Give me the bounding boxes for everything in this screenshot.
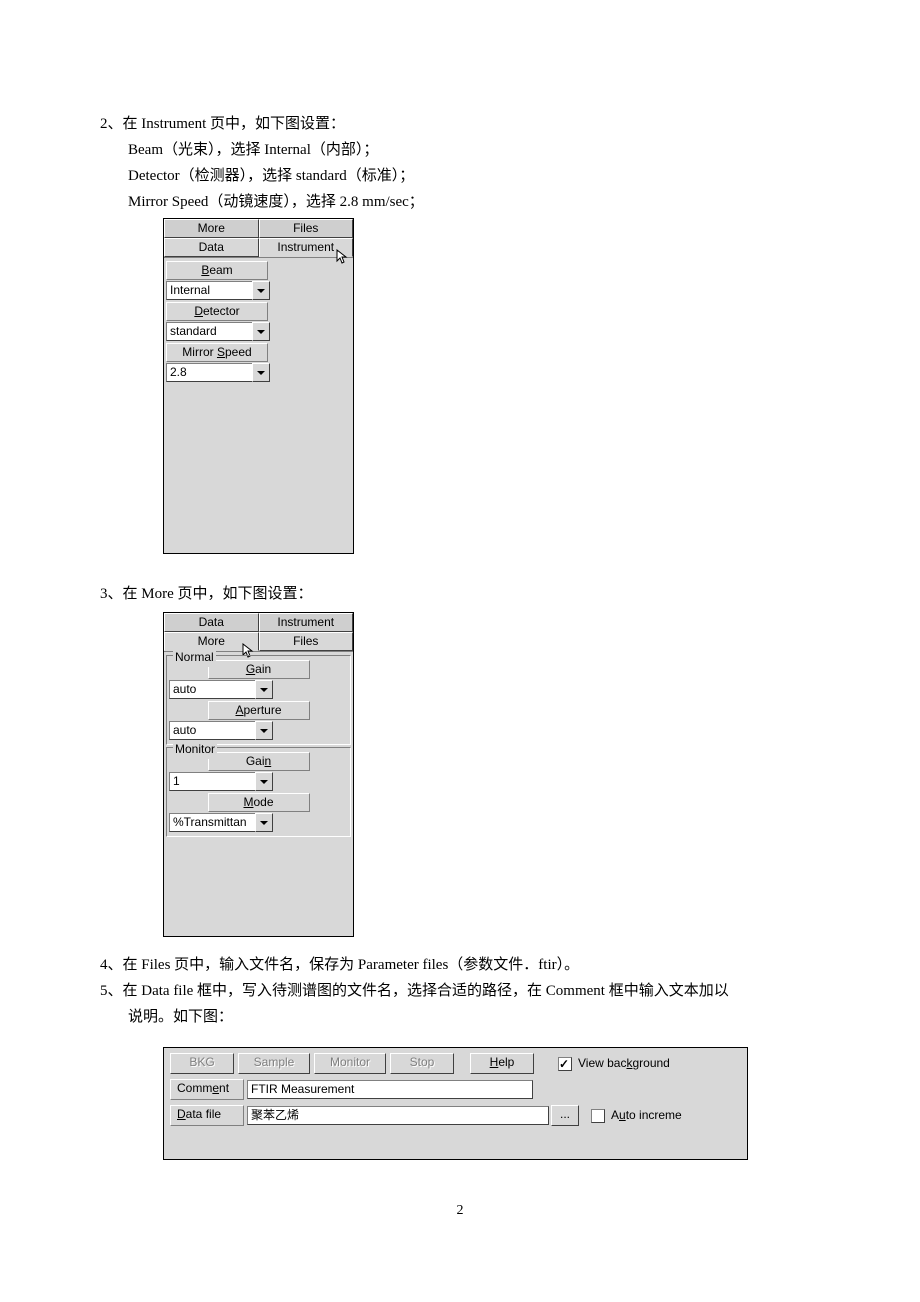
instrument-dialog: More Files Data Instrument Beam Internal… bbox=[163, 218, 354, 554]
mode-value: %Transmittan bbox=[169, 813, 255, 832]
sample-button[interactable]: Sample bbox=[238, 1053, 310, 1074]
section2-heading: 2、在 Instrument 页中，如下图设置： bbox=[100, 112, 820, 136]
aperture-value: auto bbox=[169, 721, 255, 740]
aperture-combo[interactable]: auto bbox=[169, 721, 273, 740]
measurement-toolbar: BKG Sample Monitor Stop Help View backgr… bbox=[163, 1047, 748, 1160]
comment-label: Comment bbox=[170, 1079, 244, 1100]
aperture-label: Aperture bbox=[208, 701, 310, 720]
section5-line1: 5、在 Data file 框中，写入待测谱图的文件名，选择合适的路径，在 Co… bbox=[100, 979, 820, 1003]
section3-heading: 3、在 More 页中，如下图设置： bbox=[100, 582, 820, 606]
monitor-gain-value: 1 bbox=[169, 772, 255, 791]
dropdown-icon[interactable] bbox=[255, 772, 273, 791]
monitor-group-title: Monitor bbox=[173, 740, 217, 759]
tab-instrument2[interactable]: Instrument bbox=[259, 613, 354, 632]
section2-beam: Beam（光束），选择 Internal（内部）； bbox=[100, 138, 820, 162]
mirror-speed-label: Mirror Speed bbox=[166, 343, 268, 362]
detector-value: standard bbox=[166, 322, 252, 341]
dropdown-icon[interactable] bbox=[255, 813, 273, 832]
dropdown-icon[interactable] bbox=[252, 281, 270, 300]
bkg-button[interactable]: BKG bbox=[170, 1053, 234, 1074]
beam-label: Beam bbox=[166, 261, 268, 280]
monitor-group: Monitor Gain 1 Mode %Transmittan bbox=[166, 747, 351, 837]
mirror-speed-combo[interactable]: 2.8 bbox=[166, 363, 270, 382]
tab-files[interactable]: Files bbox=[259, 219, 354, 238]
dropdown-icon[interactable] bbox=[252, 322, 270, 341]
datafile-input[interactable]: 聚苯乙烯 bbox=[247, 1106, 549, 1125]
datafile-label: Data file bbox=[170, 1105, 244, 1126]
normal-group: Normal Gain auto Aperture auto bbox=[166, 655, 351, 745]
view-background-checkbox[interactable] bbox=[558, 1057, 572, 1071]
section2-mirror: Mirror Speed（动镜速度），选择 2.8 mm/sec； bbox=[100, 190, 820, 214]
auto-increment-label: Auto increme bbox=[611, 1106, 682, 1125]
normal-gain-value: auto bbox=[169, 680, 255, 699]
dropdown-icon[interactable] bbox=[255, 680, 273, 699]
auto-increment-checkbox[interactable] bbox=[591, 1109, 605, 1123]
view-background-label: View background bbox=[578, 1054, 670, 1073]
tab-more[interactable]: More bbox=[164, 219, 259, 238]
help-button[interactable]: Help bbox=[470, 1053, 534, 1074]
section2-detector: Detector（检测器），选择 standard（标准）； bbox=[100, 164, 820, 188]
tab-files2[interactable]: Files bbox=[259, 632, 354, 651]
monitor-gain-combo[interactable]: 1 bbox=[169, 772, 273, 791]
detector-label: Detector bbox=[166, 302, 268, 321]
normal-group-title: Normal bbox=[173, 648, 216, 667]
mode-combo[interactable]: %Transmittan bbox=[169, 813, 273, 832]
tab-data2[interactable]: Data bbox=[164, 613, 259, 632]
tab-instrument[interactable]: Instrument bbox=[259, 238, 354, 257]
comment-input[interactable]: FTIR Measurement bbox=[247, 1080, 533, 1099]
page-number: 2 bbox=[100, 1200, 820, 1222]
monitor-gain-label: Gain bbox=[208, 752, 310, 771]
monitor-button[interactable]: Monitor bbox=[314, 1053, 386, 1074]
dropdown-icon[interactable] bbox=[255, 721, 273, 740]
beam-combo[interactable]: Internal bbox=[166, 281, 270, 300]
normal-gain-combo[interactable]: auto bbox=[169, 680, 273, 699]
section5-line2: 说明。如下图： bbox=[100, 1005, 820, 1029]
browse-button[interactable]: ... bbox=[551, 1105, 579, 1126]
mirror-speed-value: 2.8 bbox=[166, 363, 252, 382]
mode-label: Mode bbox=[208, 793, 310, 812]
beam-value: Internal bbox=[166, 281, 252, 300]
dropdown-icon[interactable] bbox=[252, 363, 270, 382]
detector-combo[interactable]: standard bbox=[166, 322, 270, 341]
gain-label: Gain bbox=[208, 660, 310, 679]
stop-button[interactable]: Stop bbox=[390, 1053, 454, 1074]
section4-line: 4、在 Files 页中，输入文件名，保存为 Parameter files（参… bbox=[100, 953, 820, 977]
tab-data[interactable]: Data bbox=[164, 238, 259, 257]
more-dialog: Data Instrument More Files Normal Gain a… bbox=[163, 612, 354, 937]
